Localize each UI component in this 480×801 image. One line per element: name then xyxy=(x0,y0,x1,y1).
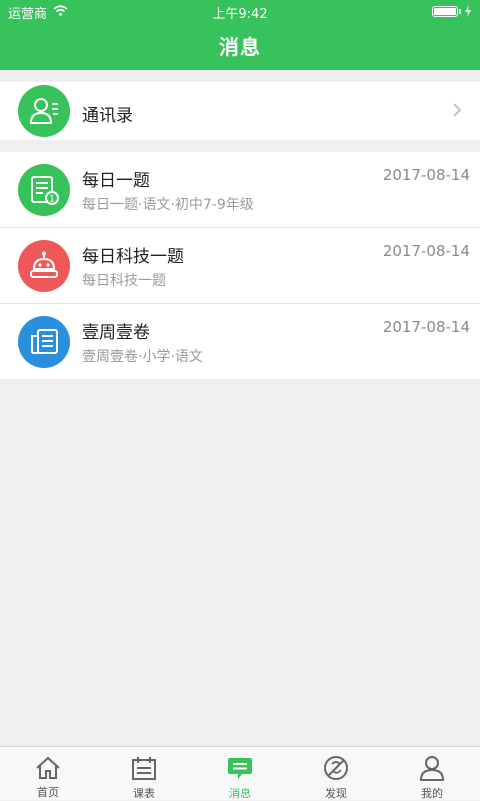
home-icon xyxy=(35,755,61,780)
message-item-weekly-paper[interactable]: 壹周壹卷 2017-08-14 壹周壹卷·小学·语文 xyxy=(0,304,480,379)
tab-messages[interactable]: 消息 xyxy=(192,747,288,800)
message-title: 壹周壹卷 xyxy=(82,323,150,343)
tab-label: 首页 xyxy=(37,786,59,799)
tab-discover[interactable]: 发现 xyxy=(288,747,384,800)
message-item-daily-tech[interactable]: 每日科技一题 2017-08-14 每日科技一题 xyxy=(0,228,480,303)
discover-icon xyxy=(323,755,349,781)
contacts-row[interactable]: 通讯录 xyxy=(0,82,480,140)
message-title: 每日一题 xyxy=(82,171,150,191)
profile-icon xyxy=(419,755,445,781)
tab-label: 我的 xyxy=(421,787,443,800)
message-date: 2017-08-14 xyxy=(382,242,470,260)
calendar-icon xyxy=(131,755,157,781)
svg-text:1: 1 xyxy=(49,195,55,205)
charging-icon xyxy=(465,5,471,17)
tab-label: 发现 xyxy=(325,787,347,800)
battery-icon xyxy=(432,5,472,17)
page-title: 消息 xyxy=(219,35,261,59)
paper-icon xyxy=(18,316,70,368)
tab-profile[interactable]: 我的 xyxy=(384,747,480,800)
tab-label: 课表 xyxy=(133,787,155,800)
message-title: 每日科技一题 xyxy=(82,247,184,267)
tab-home[interactable]: 首页 xyxy=(0,747,96,800)
tab-bar: 首页 课表 消息 发现 我的 xyxy=(0,746,480,800)
contacts-icon xyxy=(18,85,70,137)
message-date: 2017-08-14 xyxy=(382,166,470,184)
status-bar: 运营商 上午9:42 xyxy=(0,0,480,22)
message-subtitle: 每日科技一题 xyxy=(82,273,166,289)
robot-icon xyxy=(18,240,70,292)
chevron-right-icon xyxy=(452,102,462,122)
message-item-daily-question[interactable]: 1 每日一题 2017-08-14 每日一题·语文·初中7-9年级 xyxy=(0,152,480,227)
daily-question-icon: 1 xyxy=(18,164,70,216)
top-bar: 运营商 上午9:42 消息 xyxy=(0,0,480,70)
tab-label: 消息 xyxy=(229,787,251,800)
message-date: 2017-08-14 xyxy=(382,318,470,336)
message-icon xyxy=(227,755,253,781)
tab-schedule[interactable]: 课表 xyxy=(96,747,192,800)
contacts-label: 通讯录 xyxy=(82,106,133,126)
message-subtitle: 壹周壹卷·小学·语文 xyxy=(82,349,203,365)
message-subtitle: 每日一题·语文·初中7-9年级 xyxy=(82,197,254,213)
status-time: 上午9:42 xyxy=(212,7,268,22)
